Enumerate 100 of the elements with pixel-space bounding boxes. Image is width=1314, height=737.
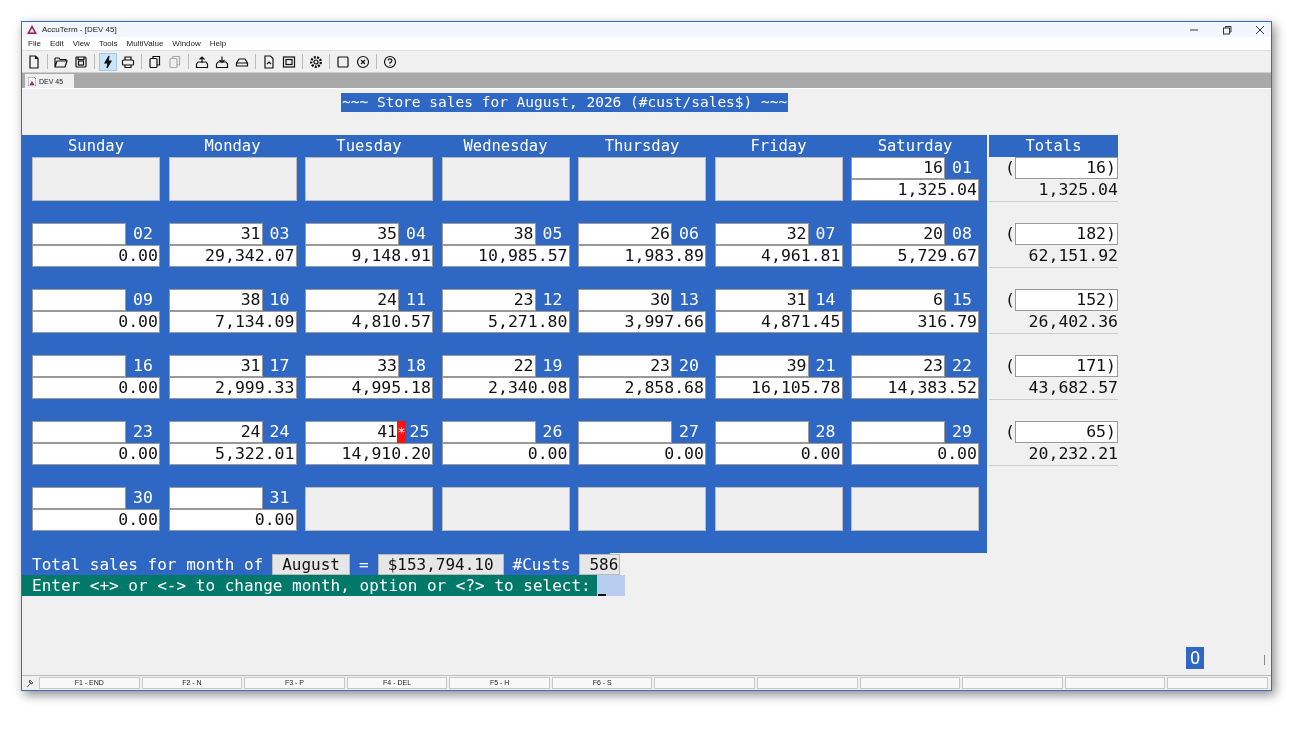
menu-item[interactable]: Edit (49, 39, 64, 48)
sales-field[interactable]: 1,983.89 (578, 245, 706, 267)
customer-count-field[interactable]: 26 (578, 223, 672, 245)
menu-item[interactable]: Help (209, 39, 227, 48)
sales-field[interactable]: 0.00 (32, 245, 160, 267)
menu-item[interactable]: Tools (98, 39, 118, 48)
paren-text: ( (1004, 355, 1015, 377)
sales-field[interactable]: 0.00 (32, 443, 160, 465)
day-number: 25 (408, 421, 431, 443)
sales-field[interactable]: 4,871.45 (714, 311, 843, 333)
weekday-header: Tuesday (335, 136, 403, 157)
customer-count-field[interactable]: 33 (305, 355, 399, 377)
sales-field[interactable]: 4,961.81 (714, 245, 843, 267)
customer-count-field[interactable] (714, 421, 809, 443)
sales-field[interactable]: 316.79 (851, 311, 979, 333)
day-number: 29 (951, 421, 973, 443)
amount-field[interactable]: $153,794.10 (377, 553, 504, 575)
sales-field[interactable]: 2,340.08 (441, 377, 570, 399)
input-field[interactable] (596, 575, 625, 596)
customer-count-field[interactable]: 38 (168, 289, 263, 311)
week-count-field[interactable]: 152) (1015, 289, 1118, 311)
day-number: 13 (678, 289, 700, 311)
sales-field[interactable]: 0.00 (32, 509, 160, 531)
restore-icon[interactable] (1222, 24, 1232, 35)
sales-field[interactable]: 16,105.78 (714, 377, 843, 399)
customer-count-field[interactable]: 24 (305, 289, 399, 311)
menu-item[interactable]: MultiValue (126, 39, 164, 48)
customer-count-field[interactable]: 38 (441, 223, 536, 245)
menu-item[interactable]: File (28, 39, 41, 48)
day-number: 30 (132, 487, 154, 509)
sales-field[interactable]: 0.00 (578, 443, 706, 465)
customer-count-field[interactable]: 39 (714, 355, 809, 377)
sales-field[interactable]: 0.00 (441, 443, 570, 465)
sales-field[interactable]: 9,148.91 (305, 245, 433, 267)
customer-count-field[interactable] (578, 421, 672, 443)
customer-count-field[interactable]: 23 (578, 355, 672, 377)
customer-count-field[interactable]: 16 (851, 157, 945, 179)
sales-field[interactable]: 14,910.20 (305, 443, 433, 465)
sales-field[interactable]: 10,985.57 (441, 245, 570, 267)
sales-field[interactable]: 7,134.09 (168, 311, 297, 333)
customer-count-field[interactable]: 31 (714, 289, 809, 311)
customer-count-field[interactable] (32, 421, 126, 443)
weekday-header: Thursday (603, 136, 681, 157)
week-sales-total: 62,151.92 (989, 245, 1118, 268)
week-sales-total: 43,682.57 (989, 377, 1118, 400)
customer-count-field[interactable] (851, 421, 945, 443)
sales-field[interactable]: 0.00 (851, 443, 979, 465)
day-number: 07 (814, 223, 837, 245)
sales-field[interactable]: 4,810.57 (305, 311, 433, 333)
week-count-field[interactable]: 182) (1015, 223, 1118, 245)
sales-field[interactable]: 5,729.67 (851, 245, 979, 267)
close-icon[interactable] (1255, 24, 1265, 35)
customer-count-field[interactable]: 35 (305, 223, 399, 245)
sales-field[interactable]: 29,342.07 (168, 245, 297, 267)
day-number: 20 (678, 355, 700, 377)
day-number: 04 (405, 223, 427, 245)
sales-field[interactable]: 4,995.18 (305, 377, 433, 399)
day-number: 08 (951, 223, 973, 245)
sales-field[interactable]: 0.00 (32, 377, 160, 399)
customer-count-field[interactable]: 23 (851, 355, 945, 377)
customer-count-field[interactable]: 20 (851, 223, 945, 245)
customer-count-field[interactable]: 41 (305, 421, 399, 443)
customer-count-field[interactable] (32, 223, 126, 245)
month-field[interactable]: August (272, 553, 350, 575)
sales-field[interactable]: 1,325.04 (851, 179, 979, 201)
customer-count-field[interactable] (32, 355, 126, 377)
customer-count-field[interactable]: 24 (168, 421, 263, 443)
sales-field[interactable]: 14,383.52 (851, 377, 979, 399)
customer-count-field[interactable] (441, 421, 536, 443)
customer-count-field[interactable]: 23 (441, 289, 536, 311)
sales-field[interactable]: 2,999.33 (168, 377, 297, 399)
week-count-field[interactable]: 171) (1015, 355, 1118, 377)
sales-field[interactable]: 5,322.01 (168, 443, 297, 465)
customer-count-field[interactable] (32, 289, 126, 311)
custs-field[interactable]: 586 (579, 553, 621, 575)
day-number: 19 (541, 355, 564, 377)
day-number: 23 (132, 421, 154, 443)
customer-count-field[interactable]: 31 (168, 223, 263, 245)
paren-text: ( (1004, 421, 1015, 443)
customer-count-field[interactable]: 30 (578, 289, 672, 311)
sales-field[interactable]: 3,997.66 (578, 311, 706, 333)
sales-field[interactable]: 0.00 (168, 509, 297, 531)
customer-count-field[interactable]: 32 (714, 223, 809, 245)
menu-item[interactable]: View (72, 39, 90, 48)
sales-field[interactable]: 5,271.80 (441, 311, 570, 333)
week-count-field[interactable]: 65) (1015, 421, 1118, 443)
customer-count-field[interactable] (168, 487, 263, 509)
lightning-icon[interactable] (99, 52, 117, 71)
paren-text: ( (1004, 289, 1015, 311)
day-number: 15 (951, 289, 973, 311)
sales-field[interactable]: 0.00 (714, 443, 843, 465)
customer-count-field[interactable]: 22 (441, 355, 536, 377)
customer-count-field[interactable]: 31 (168, 355, 263, 377)
menu-item[interactable]: Window (172, 39, 201, 48)
day-number: 22 (951, 355, 973, 377)
sales-field[interactable]: 0.00 (32, 311, 160, 333)
customer-count-field[interactable]: 6 (851, 289, 945, 311)
customer-count-field[interactable] (32, 487, 126, 509)
week-count-field[interactable]: 16) (1015, 157, 1118, 179)
sales-field[interactable]: 2,858.68 (578, 377, 706, 399)
